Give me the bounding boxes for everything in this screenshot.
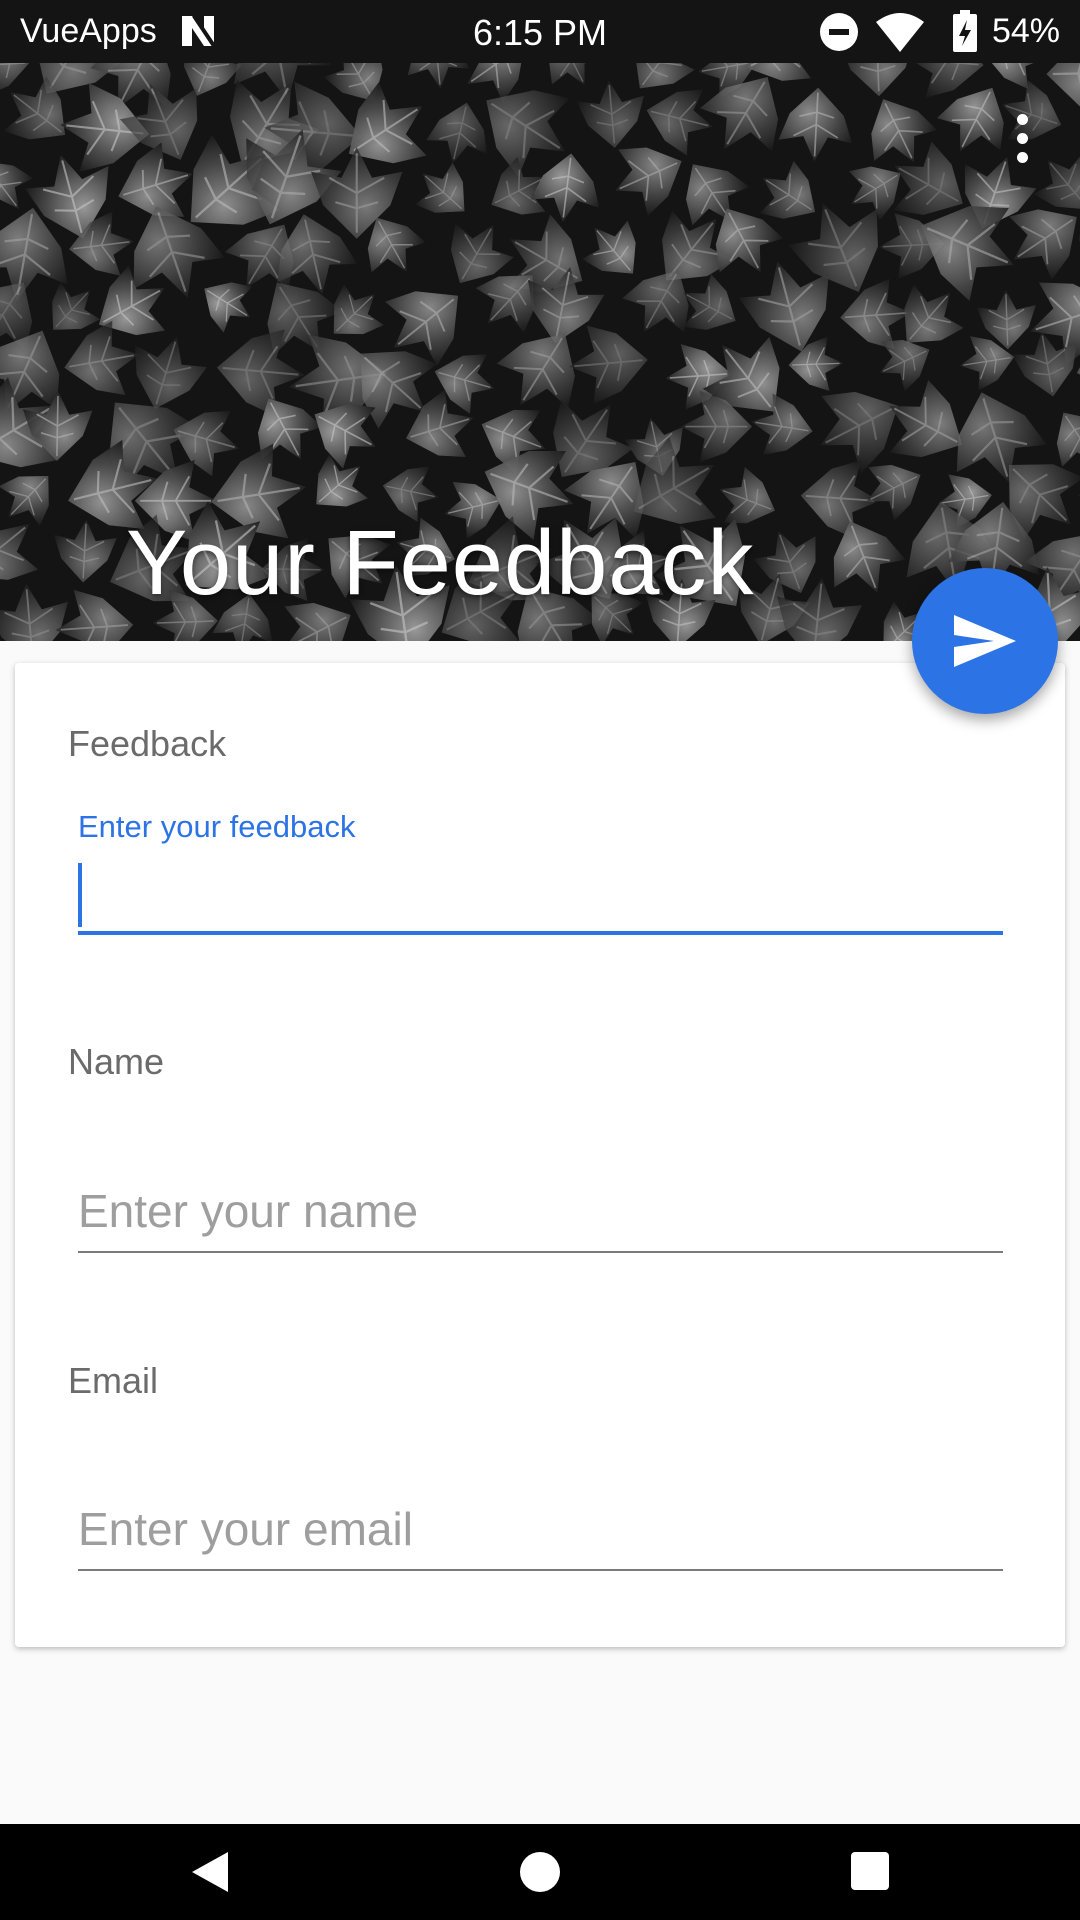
name-underline xyxy=(78,1251,1003,1253)
system-nav-bar xyxy=(0,1824,1080,1920)
wifi-icon xyxy=(876,13,924,52)
email-underline xyxy=(78,1569,1003,1571)
do-not-disturb-icon xyxy=(820,13,858,51)
send-button[interactable] xyxy=(912,568,1058,714)
page-title: Your Feedback xyxy=(126,512,755,614)
feedback-section-label: Feedback xyxy=(68,723,227,764)
feedback-underline xyxy=(78,931,1003,935)
email-section-label: Email xyxy=(68,1360,159,1401)
email-input[interactable] xyxy=(78,1497,1003,1561)
recents-square-icon[interactable] xyxy=(851,1852,889,1890)
status-bar: VueApps 6:15 PM 54% xyxy=(0,0,1080,63)
name-section-label: Name xyxy=(68,1041,165,1082)
back-triangle-icon[interactable] xyxy=(190,1850,230,1894)
header-banner: Your Feedback xyxy=(0,63,1080,641)
home-circle-icon[interactable] xyxy=(520,1852,560,1892)
send-icon xyxy=(954,615,1016,667)
battery-percentage: 54% xyxy=(991,12,1060,50)
text-cursor xyxy=(78,863,82,927)
feedback-input[interactable] xyxy=(78,863,1003,929)
feedback-form-card: Feedback Enter your feedback Name Email xyxy=(15,663,1065,1647)
feedback-floating-label: Enter your feedback xyxy=(78,809,356,844)
more-vert-icon[interactable] xyxy=(1006,111,1038,171)
battery-charging-icon xyxy=(953,10,977,52)
name-input[interactable] xyxy=(78,1179,1003,1243)
